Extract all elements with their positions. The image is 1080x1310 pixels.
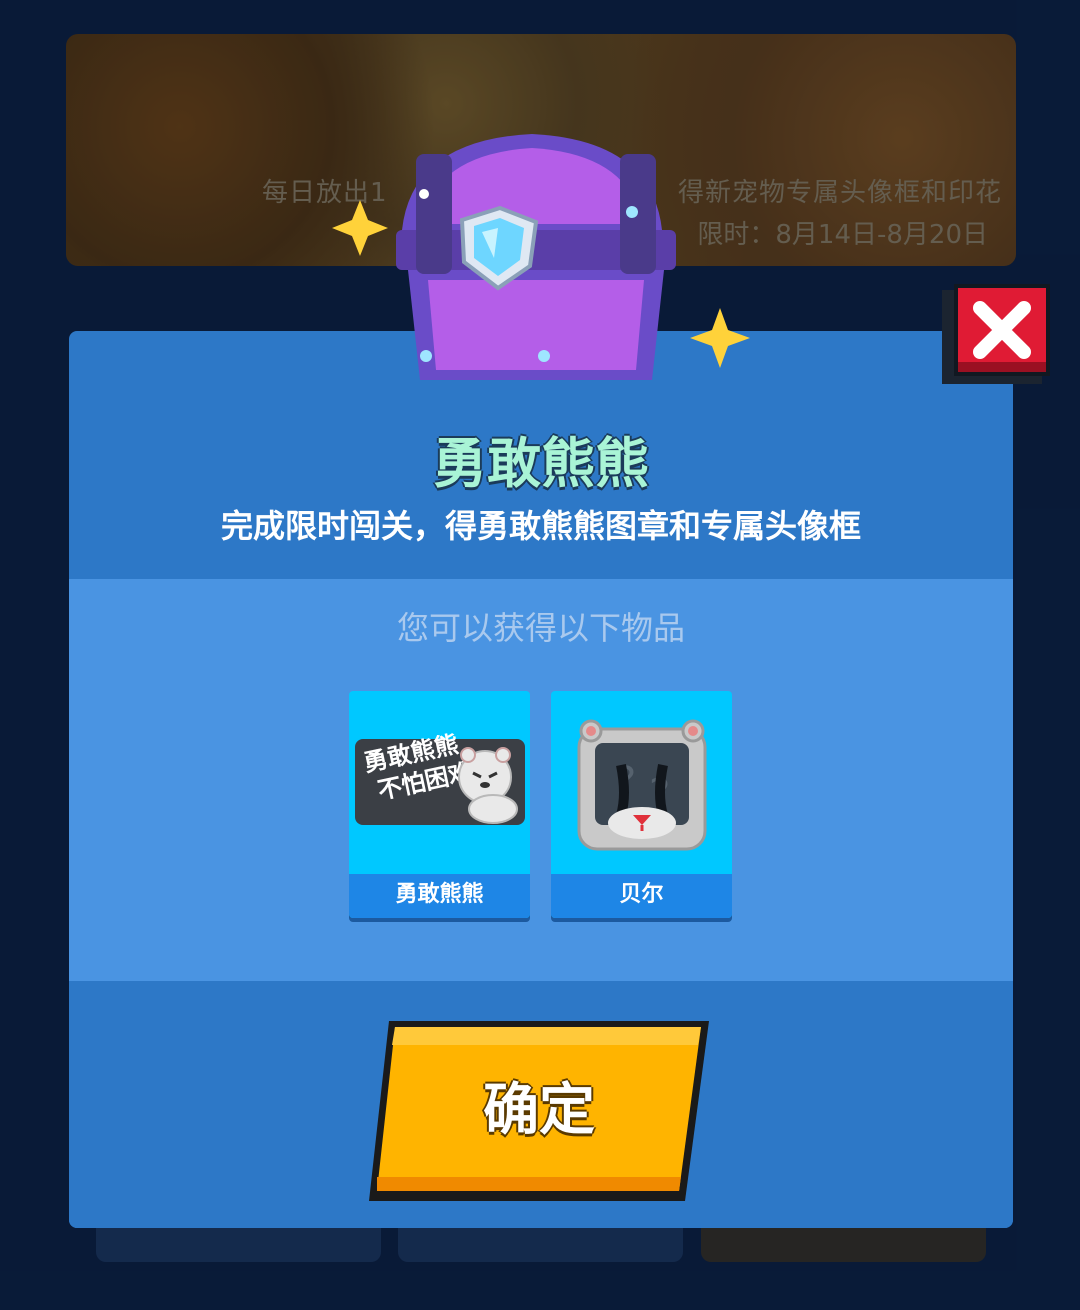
bear-avatar-frame-icon: ? ?	[577, 719, 707, 851]
dialog-subtitle: 完成限时闯关，得勇敢熊熊图章和专属头像框	[220, 507, 861, 545]
bear-sticker-icon	[458, 747, 518, 824]
confirm-button[interactable]: 确定	[369, 1021, 709, 1201]
reward-item-avatar-frame[interactable]: ? ? 贝尔	[551, 691, 732, 918]
confirm-button-label: 确定	[483, 1078, 595, 1143]
reward-item-name: 勇敢熊熊	[349, 874, 530, 918]
reward-item-stamp[interactable]: 勇敢熊熊 不怕困难 勇敢熊熊	[349, 691, 530, 918]
treasure-chest-icon	[312, 120, 752, 440]
reward-dialog: 勇敢熊熊 完成限时闯关，得勇敢熊熊图章和专属头像框 您可以获得以下物品 勇敢熊熊…	[69, 331, 1013, 1228]
close-x-icon	[942, 284, 1050, 384]
reward-item-name: 贝尔	[551, 874, 732, 918]
close-button[interactable]	[942, 284, 1050, 384]
rewards-label: 您可以获得以下物品	[396, 609, 685, 647]
stamp-icon: 勇敢熊熊 不怕困难	[355, 730, 525, 825]
